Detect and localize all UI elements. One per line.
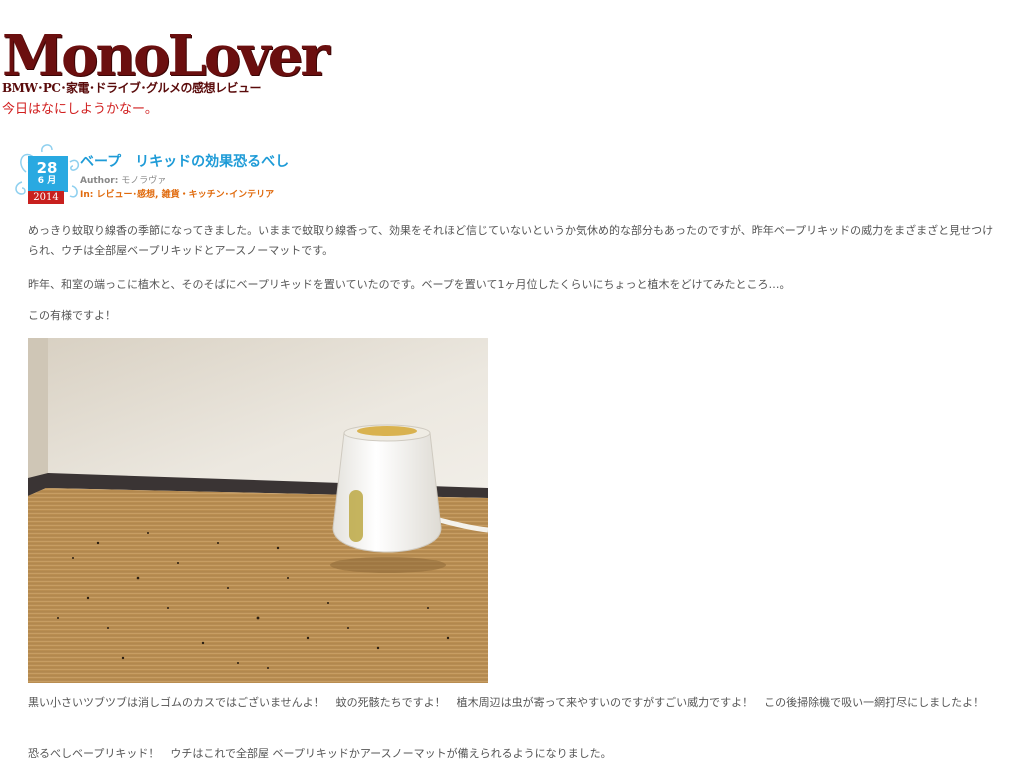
vape-liquid-photo (28, 338, 488, 683)
post-title[interactable]: ベープ リキッドの効果恐るべし (80, 151, 289, 171)
category-link-goods[interactable]: 雑貨・キッチン･インテリア (162, 190, 275, 200)
date-month: 6 月 (37, 176, 57, 186)
categories-label: In: (80, 190, 94, 200)
post-author: Author: モノラヴァ (80, 173, 166, 186)
site-tagline: BMW･PC･家電･ドライブ･グルメの感想レビュー (2, 81, 261, 95)
post-paragraph: めっきり蚊取り線香の季節になってきました。いままで蚊取り線香って、効果をそれほど… (28, 224, 994, 257)
category-link-review[interactable]: レビュー･感想 (97, 190, 156, 200)
post-paragraph: この有様ですよ！ (28, 309, 116, 322)
post-categories: In: レビュー･感想, 雑貨・キッチン･インテリア (80, 190, 275, 200)
post-photo[interactable] (28, 338, 488, 683)
site-logo[interactable]: MonoLover (2, 28, 330, 84)
date-year: 2014 (28, 191, 64, 204)
site-description: 今日はなにしようかなー。 (2, 102, 158, 117)
author-label: Author: (80, 176, 119, 186)
date-day: 28 (36, 159, 58, 177)
post-paragraph: 昨年、和室の端っこに植木と、そのそばにベープリキッドを置いていたのです。ベープを… (28, 278, 791, 291)
post-paragraph: 黒い小さいツブツブは消しゴムのカスではございませんよ！ 蚊の死骸たちですよ！ 植… (28, 696, 985, 709)
author-name[interactable]: モノラヴァ (121, 176, 166, 186)
post-paragraph: 恐るべしベープリキッド！ ウチはこれで全部屋 ベープリキッドかアースノーマットが… (28, 747, 612, 760)
